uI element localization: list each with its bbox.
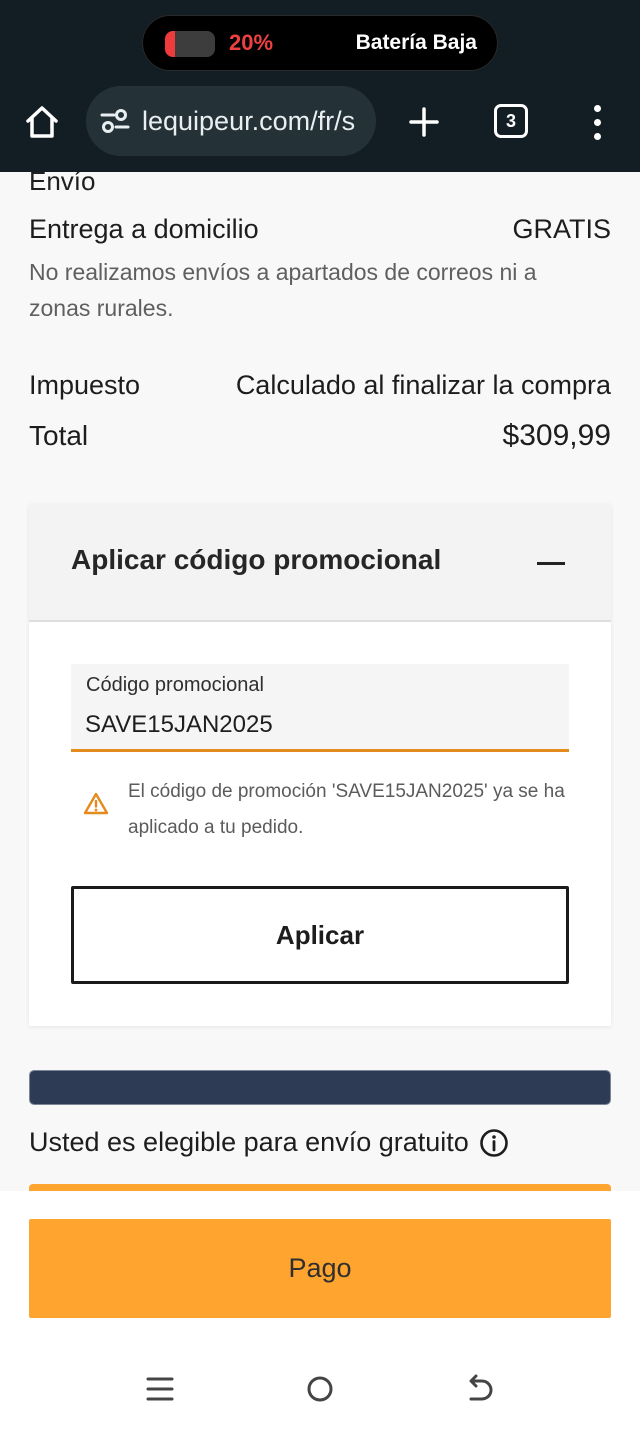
menu-dot <box>593 132 601 140</box>
new-tab-button[interactable] <box>404 100 444 144</box>
site-settings-icon[interactable] <box>100 108 130 134</box>
delivery-label: Entrega a domicilio <box>29 214 259 244</box>
battery-level-fill <box>165 31 175 57</box>
tax-value: Calculado al finalizar la compra <box>235 370 611 400</box>
menu-dot <box>593 118 601 126</box>
free-shipping-text: Usted es elegible para envío gratuito <box>29 1127 469 1157</box>
promo-code-panel: Aplicar código promocional Código promoc… <box>29 504 611 1026</box>
info-icon[interactable] <box>479 1128 509 1158</box>
shipping-progress-fill <box>30 1071 610 1104</box>
total-row: Total $309,99 <box>29 419 611 453</box>
battery-label: Batería Baja <box>355 31 477 54</box>
promo-panel-title: Aplicar código promocional <box>71 544 442 575</box>
url-text[interactable]: lequipeur.com/fr/s <box>142 106 366 138</box>
battery-notification: 20% Batería Baja <box>142 15 498 71</box>
recent-apps-icon[interactable] <box>142 1371 178 1407</box>
more-vert-icon[interactable] <box>584 100 610 144</box>
battery-percent: 20% <box>229 30 274 55</box>
menu-dot <box>593 104 601 112</box>
page-content: Envío Entrega a domicilio GRATIS No real… <box>0 172 640 1191</box>
tabs-icon[interactable]: 3 <box>494 104 528 138</box>
total-value: $309,99 <box>502 419 611 452</box>
pay-button[interactable]: Pago <box>29 1219 611 1318</box>
plus-icon <box>409 107 439 137</box>
nav-home-icon[interactable] <box>302 1371 338 1407</box>
battery-icon <box>165 31 215 57</box>
collapse-icon[interactable] <box>535 548 567 580</box>
browser-top-bar: 20% Batería Baja lequipeur.com/fr/s 3 <box>0 0 640 172</box>
back-icon[interactable] <box>462 1371 498 1407</box>
total-label: Total <box>29 420 89 451</box>
promo-warning-message: El código de promoción 'SAVE15JAN2025' y… <box>128 781 565 838</box>
promo-panel-header[interactable]: Aplicar código promocional <box>29 504 611 622</box>
delivery-note: No realizamos envíos a apartados de corr… <box>29 259 537 321</box>
home-icon <box>26 106 58 138</box>
checkout-button-edge <box>29 1184 611 1191</box>
delivery-row: Entrega a domicilio GRATIS <box>29 214 611 245</box>
warning-icon <box>83 792 109 815</box>
apply-button[interactable]: Aplicar <box>71 886 569 984</box>
delivery-value: GRATIS <box>512 214 611 244</box>
promo-code-field[interactable]: Código promocional <box>71 664 569 752</box>
address-bar[interactable]: lequipeur.com/fr/s <box>86 86 376 156</box>
bottom-bar: Pago <box>0 1191 640 1433</box>
shipping-section-title: Envío <box>29 172 96 196</box>
shipping-progress-bar <box>29 1070 611 1105</box>
tax-row: Impuesto Calculado al finalizar la compr… <box>29 370 611 401</box>
promo-code-label: Código promocional <box>86 674 264 696</box>
free-shipping-message: Usted es elegible para envío gratuito <box>29 1127 509 1158</box>
home-button[interactable] <box>22 100 62 144</box>
tax-label: Impuesto <box>29 370 141 400</box>
promo-code-input[interactable] <box>85 708 555 742</box>
